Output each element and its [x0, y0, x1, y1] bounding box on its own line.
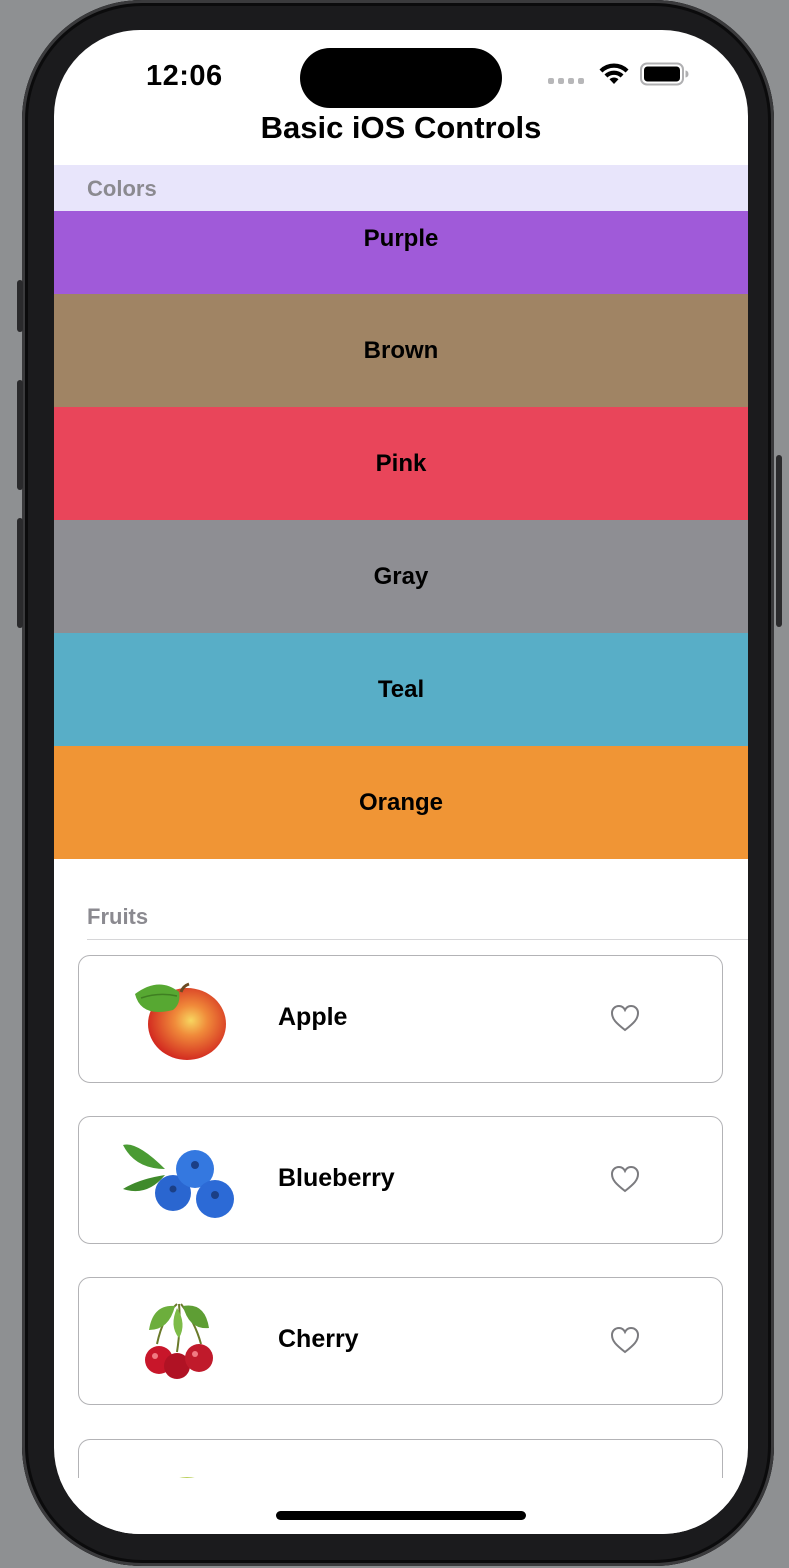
colors-section-header: Colors [54, 165, 748, 211]
color-label: Brown [363, 336, 439, 364]
color-row-pink[interactable]: Pink [54, 407, 748, 520]
app-screen: 12:06 Basic iOS Controls Colors Purple B… [54, 30, 748, 1534]
blueberry-image [123, 1144, 234, 1218]
colors-section-label: Colors [87, 176, 157, 201]
color-label: Teal [377, 675, 425, 703]
heart-outline-icon[interactable] [610, 1165, 640, 1193]
fruit-card-apple[interactable]: Apple [78, 955, 723, 1083]
fruit-card-blueberry[interactable]: Blueberry [78, 1116, 723, 1244]
fruit-card-cherry[interactable]: Cherry [78, 1277, 723, 1405]
cherry-image [145, 1303, 213, 1379]
page-title: Basic iOS Controls [260, 110, 542, 145]
color-label: Purple [363, 225, 439, 252]
dynamic-island [300, 48, 502, 108]
apple-image [135, 982, 226, 1060]
status-time: 12:06 [146, 60, 223, 92]
fruit-name: Blueberry [278, 1164, 395, 1192]
cellular-signal-icon [548, 78, 584, 84]
color-label: Gray [373, 562, 429, 590]
color-label: Pink [375, 449, 427, 477]
section-divider [87, 939, 748, 940]
heart-outline-icon[interactable] [610, 1004, 640, 1032]
status-indicators [548, 62, 690, 86]
color-row-brown[interactable]: Brown [54, 294, 748, 407]
wifi-icon [599, 63, 629, 84]
heart-outline-icon[interactable] [610, 1326, 640, 1354]
home-indicator[interactable] [276, 1511, 526, 1520]
color-row-orange[interactable]: Orange [54, 746, 748, 859]
color-row-gray[interactable]: Gray [54, 520, 748, 633]
bottom-safe-area [54, 1478, 748, 1534]
side-button-power [776, 455, 782, 627]
color-label: Orange [358, 788, 444, 816]
fruit-name: Cherry [278, 1325, 359, 1353]
fruit-name: Apple [278, 1003, 348, 1031]
color-row-teal[interactable]: Teal [54, 633, 748, 746]
side-button-volume-down [17, 518, 23, 628]
side-button-silent [17, 280, 23, 332]
fruits-section-label: Fruits [87, 904, 149, 929]
color-row-purple[interactable]: Purple [54, 211, 748, 294]
side-button-volume-up [17, 380, 23, 490]
battery-icon [640, 62, 689, 86]
